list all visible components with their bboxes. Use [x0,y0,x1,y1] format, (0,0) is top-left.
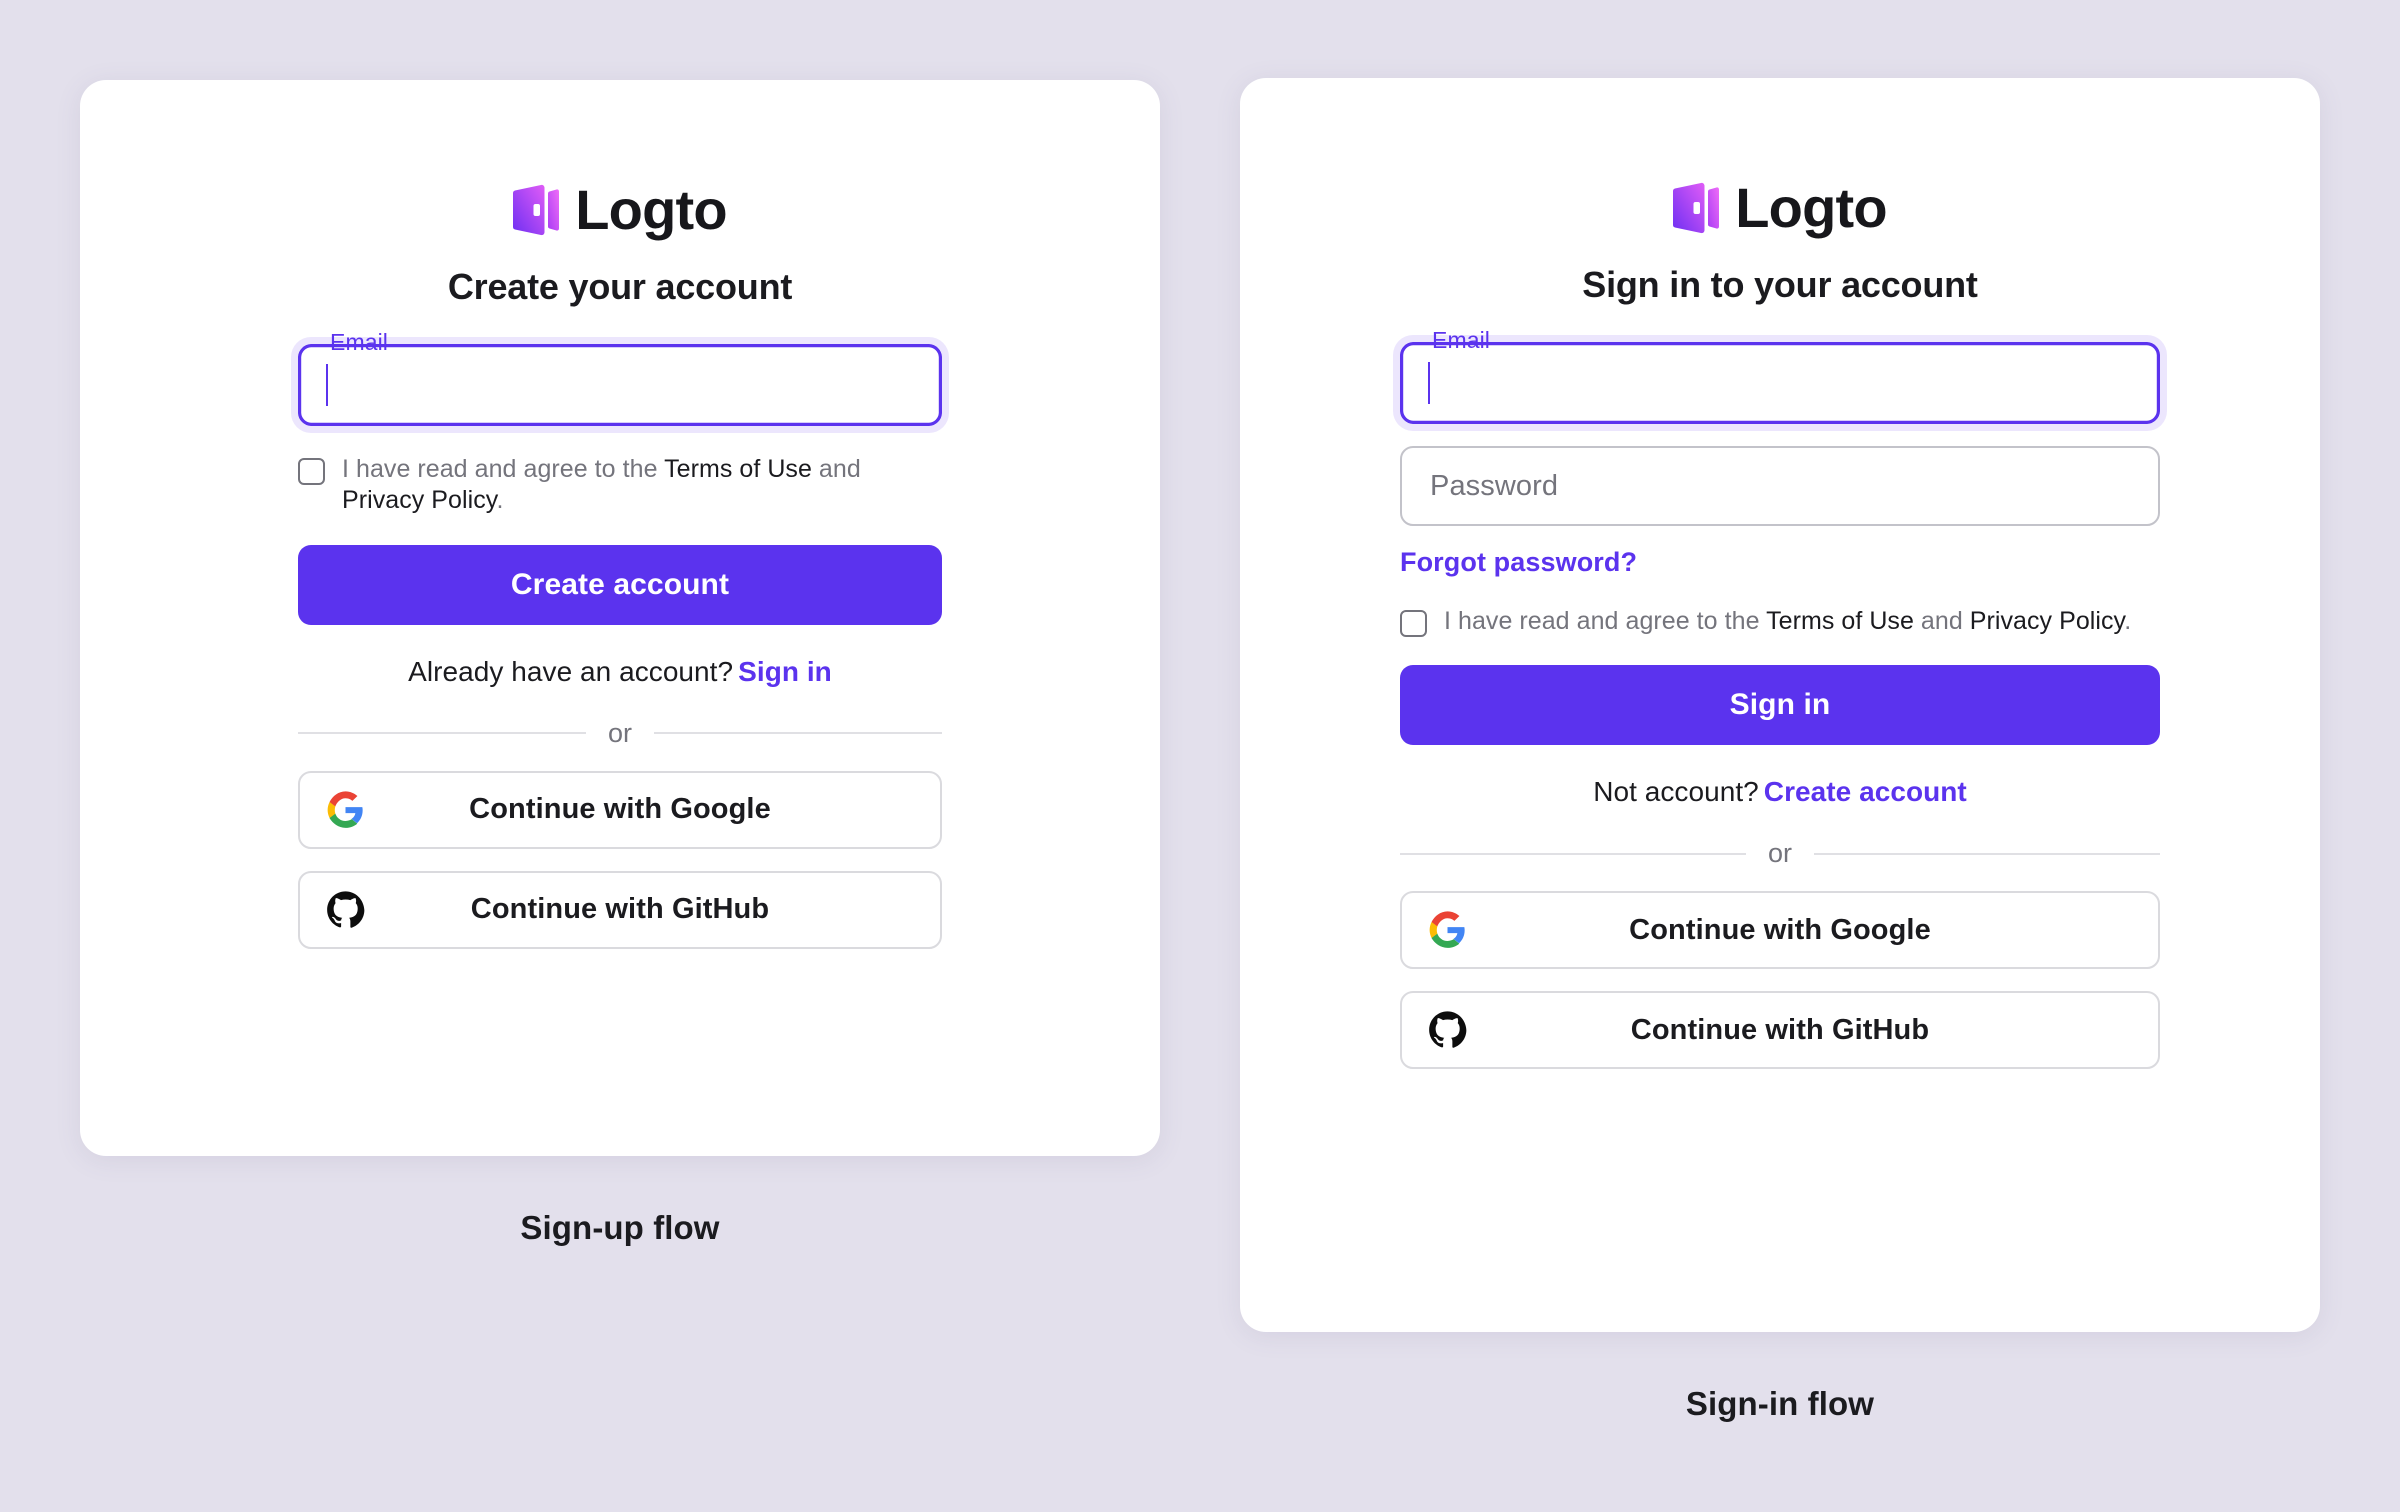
continue-with-github-button[interactable]: Continue with GitHub [1400,991,2160,1070]
brand-name: Logto [1735,176,1887,239]
brand-header: Logto [298,80,942,238]
signin-terms-text: I have read and agree to the Terms of Us… [1444,606,2131,637]
signup-terms-suffix: . [496,486,504,515]
signin-email-caret [1428,362,1430,404]
signup-email-label: Email [330,329,389,355]
terms-of-use-link[interactable]: Terms of Use [1766,607,1914,635]
signin-email-field-wrapper[interactable]: Email [1400,329,2160,424]
signup-terms-prefix: I have read and agree to the [342,455,665,483]
privacy-policy-link[interactable]: Privacy Policy [342,486,496,514]
signup-switch-line: Already have an account? Sign in [298,656,942,688]
signin-terms-conjunction: and [1913,607,1970,635]
signup-terms-row[interactable]: I have read and agree to the Terms of Us… [298,454,942,517]
continue-with-github-button[interactable]: Continue with GitHub [298,870,942,949]
signup-terms-text: I have read and agree to the Terms of Us… [342,454,942,517]
signin-email-label: Email [1432,327,1491,353]
signup-divider-label: or [608,717,633,748]
signin-flow-caption: Sign-in flow [1685,1385,1875,1422]
sign-in-link[interactable]: Sign in [738,656,832,687]
google-icon [1428,911,1467,950]
continue-with-google-button[interactable]: Continue with Google [298,770,942,849]
create-account-button[interactable]: Create account [298,544,942,625]
divider-rule-left [1400,852,1746,855]
logto-door-logo-icon [513,184,560,236]
signup-headline: Create your account [447,266,793,307]
signin-switch-line: Not account? Create account [1400,776,2160,808]
signin-email-field-box [1400,342,2160,424]
signin-switch-question: Not account? [1593,776,1759,808]
checkbox-unchecked-icon[interactable] [298,458,325,485]
signup-email-caret [326,364,328,406]
continue-with-google-button[interactable]: Continue with Google [1400,891,2160,970]
checkbox-unchecked-icon[interactable] [1400,610,1427,637]
sign-in-button[interactable]: Sign in [1400,665,2160,746]
github-icon [1428,1011,1467,1050]
signin-terms-suffix: . [2124,607,2132,635]
google-button-label: Continue with Google [469,793,771,825]
signup-switch-question: Already have an account? [408,655,734,687]
signin-divider-label: or [1768,838,1793,869]
github-button-label: Continue with GitHub [1630,1013,1930,1046]
divider-rule-left [298,732,586,734]
signin-password-placeholder: Password [1430,469,1559,502]
signup-email-field-box [298,344,942,426]
signup-email-field-wrapper[interactable]: Email [298,331,942,426]
signin-headline: Sign in to your account [1582,264,1978,305]
signup-terms-conjunction: and [811,455,861,483]
signup-card: Logto Create your account Email I have r… [80,80,1160,1156]
signup-divider: or [298,717,943,749]
signup-flow-caption: Sign-up flow [520,1209,720,1246]
signin-terms-prefix: I have read and agree to the [1444,607,1767,635]
brand-header: Logto [1400,78,2160,236]
divider-rule-right [654,732,943,734]
terms-of-use-link[interactable]: Terms of Use [664,455,812,483]
signin-terms-row[interactable]: I have read and agree to the Terms of Us… [1400,606,2160,637]
github-button-label: Continue with GitHub [470,893,770,925]
screenshot-stage: Logto Create your account Email I have r… [0,0,2400,1512]
divider-rule-right [1814,852,2161,855]
google-button-label: Continue with Google [1629,913,1931,946]
github-icon [326,890,365,929]
privacy-policy-link[interactable]: Privacy Policy [1970,607,2124,635]
brand-name: Logto [575,178,727,241]
create-account-link[interactable]: Create account [1764,776,1967,807]
forgot-password-link[interactable]: Forgot password? [1400,547,1637,578]
google-icon [326,790,365,829]
signin-card: Logto Sign in to your account Email Pass… [1240,78,2320,1332]
logto-door-logo-icon [1673,182,1720,234]
signin-password-field[interactable]: Password [1400,446,2160,526]
signin-divider: or [1400,838,2161,869]
